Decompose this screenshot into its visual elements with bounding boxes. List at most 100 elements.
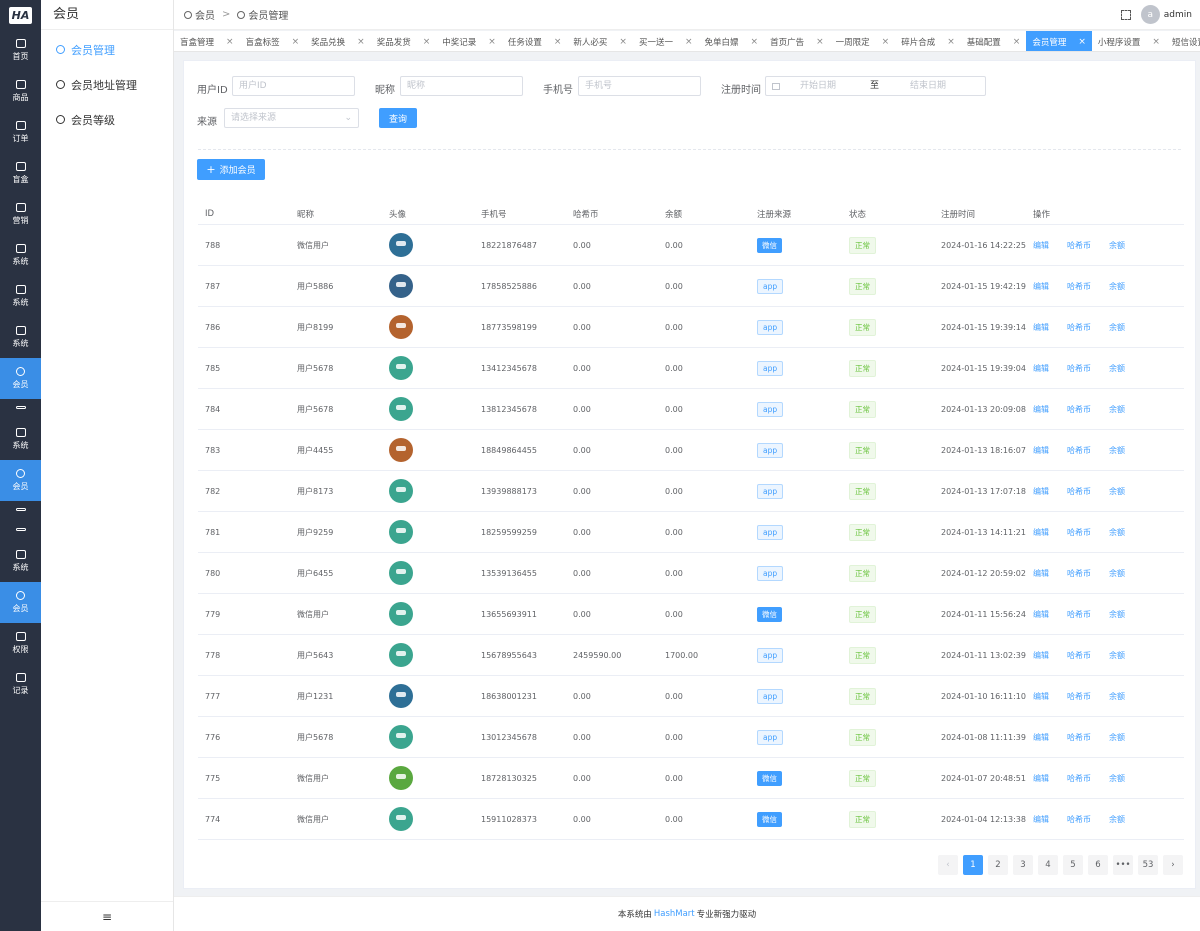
- tab[interactable]: 基础配置 ×: [961, 31, 1027, 51]
- rail-item[interactable]: 商品: [0, 71, 41, 112]
- close-icon[interactable]: ×: [947, 37, 955, 47]
- balance-link[interactable]: 余额: [1109, 774, 1125, 783]
- query-button[interactable]: 查询: [379, 108, 417, 128]
- tab[interactable]: 盲盒管理 ×: [174, 31, 240, 51]
- tab[interactable]: 会员管理 ×: [1026, 31, 1092, 51]
- balance-link[interactable]: 余额: [1109, 692, 1125, 701]
- rail-item[interactable]: 订单: [0, 112, 41, 153]
- submenu-item[interactable]: 会员等级: [41, 102, 173, 137]
- coin-link[interactable]: 哈希币: [1067, 323, 1091, 332]
- rail-item[interactable]: [0, 501, 41, 521]
- tab[interactable]: 一周限定 ×: [830, 31, 896, 51]
- tab[interactable]: 首页广告 ×: [764, 31, 830, 51]
- tab[interactable]: 小程序设置 ×: [1092, 31, 1166, 51]
- coin-link[interactable]: 哈希币: [1067, 241, 1091, 250]
- app-logo[interactable]: HA: [0, 0, 41, 30]
- phone-input[interactable]: 手机号: [578, 76, 701, 96]
- edit-link[interactable]: 编辑: [1033, 733, 1049, 742]
- balance-link[interactable]: 余额: [1109, 651, 1125, 660]
- balance-link[interactable]: 余额: [1109, 446, 1125, 455]
- tab[interactable]: 买一送一 ×: [633, 31, 699, 51]
- tab[interactable]: 免单白嫖 ×: [699, 31, 765, 51]
- rail-item[interactable]: 会员: [0, 358, 41, 399]
- edit-link[interactable]: 编辑: [1033, 241, 1049, 250]
- submenu-item[interactable]: 会员管理: [41, 32, 173, 67]
- coin-link[interactable]: 哈希币: [1067, 651, 1091, 660]
- page-button[interactable]: 1: [963, 855, 983, 875]
- balance-link[interactable]: 余额: [1109, 323, 1125, 332]
- coin-link[interactable]: 哈希币: [1067, 692, 1091, 701]
- edit-link[interactable]: 编辑: [1033, 364, 1049, 373]
- edit-link[interactable]: 编辑: [1033, 282, 1049, 291]
- close-icon[interactable]: ×: [685, 37, 693, 47]
- close-icon[interactable]: ×: [1013, 37, 1021, 47]
- tab[interactable]: 碎片合成 ×: [895, 31, 961, 51]
- close-icon[interactable]: ×: [1078, 37, 1086, 47]
- close-icon[interactable]: ×: [292, 37, 300, 47]
- rail-item[interactable]: 首页: [0, 30, 41, 71]
- balance-link[interactable]: 余额: [1109, 610, 1125, 619]
- page-button[interactable]: 5: [1063, 855, 1083, 875]
- edit-link[interactable]: 编辑: [1033, 405, 1049, 414]
- balance-link[interactable]: 余额: [1109, 528, 1125, 537]
- date-range-picker[interactable]: 开始日期 至 结束日期: [765, 76, 986, 96]
- coin-link[interactable]: 哈希币: [1067, 569, 1091, 578]
- page-button[interactable]: 3: [1013, 855, 1033, 875]
- close-icon[interactable]: ×: [488, 37, 496, 47]
- page-button[interactable]: •••: [1113, 855, 1133, 875]
- balance-link[interactable]: 余额: [1109, 733, 1125, 742]
- tab[interactable]: 短信设置×: [1166, 31, 1200, 51]
- footer-brand-link[interactable]: HashMart: [654, 909, 695, 919]
- balance-link[interactable]: 余额: [1109, 487, 1125, 496]
- balance-link[interactable]: 余额: [1109, 364, 1125, 373]
- rail-item[interactable]: 权限: [0, 623, 41, 664]
- nickname-input[interactable]: 昵称: [400, 76, 523, 96]
- close-icon[interactable]: ×: [619, 37, 627, 47]
- close-icon[interactable]: ×: [882, 37, 890, 47]
- coin-link[interactable]: 哈希币: [1067, 282, 1091, 291]
- rail-item[interactable]: 系统: [0, 276, 41, 317]
- edit-link[interactable]: 编辑: [1033, 487, 1049, 496]
- edit-link[interactable]: 编辑: [1033, 815, 1049, 824]
- close-icon[interactable]: ×: [554, 37, 562, 47]
- coin-link[interactable]: 哈希币: [1067, 487, 1091, 496]
- close-icon[interactable]: ×: [423, 37, 431, 47]
- page-button[interactable]: 6: [1088, 855, 1108, 875]
- close-icon[interactable]: ×: [751, 37, 759, 47]
- coin-link[interactable]: 哈希币: [1067, 733, 1091, 742]
- coin-link[interactable]: 哈希币: [1067, 528, 1091, 537]
- edit-link[interactable]: 编辑: [1033, 774, 1049, 783]
- balance-link[interactable]: 余额: [1109, 569, 1125, 578]
- coin-link[interactable]: 哈希币: [1067, 446, 1091, 455]
- edit-link[interactable]: 编辑: [1033, 610, 1049, 619]
- edit-link[interactable]: 编辑: [1033, 446, 1049, 455]
- rail-item[interactable]: 会员: [0, 582, 41, 623]
- collapse-menu-icon[interactable]: ≡: [41, 901, 173, 931]
- tab[interactable]: 奖品兑换 ×: [305, 31, 371, 51]
- tab[interactable]: 盲盒标签 ×: [240, 31, 306, 51]
- rail-item[interactable]: 系统: [0, 419, 41, 460]
- coin-link[interactable]: 哈希币: [1067, 405, 1091, 414]
- user-id-input[interactable]: 用户ID: [232, 76, 355, 96]
- coin-link[interactable]: 哈希币: [1067, 364, 1091, 373]
- coin-link[interactable]: 哈希币: [1067, 610, 1091, 619]
- fullscreen-icon[interactable]: [1120, 9, 1131, 20]
- prev-page-button[interactable]: ‹: [938, 855, 958, 875]
- page-button[interactable]: 4: [1038, 855, 1058, 875]
- start-date[interactable]: 开始日期: [800, 77, 870, 95]
- end-date[interactable]: 结束日期: [910, 77, 946, 95]
- edit-link[interactable]: 编辑: [1033, 651, 1049, 660]
- coin-link[interactable]: 哈希币: [1067, 815, 1091, 824]
- edit-link[interactable]: 编辑: [1033, 528, 1049, 537]
- balance-link[interactable]: 余额: [1109, 241, 1125, 250]
- page-button[interactable]: 53: [1138, 855, 1158, 875]
- rail-item[interactable]: 会员: [0, 460, 41, 501]
- coin-link[interactable]: 哈希币: [1067, 774, 1091, 783]
- page-button[interactable]: 2: [988, 855, 1008, 875]
- add-member-button[interactable]: + 添加会员: [197, 159, 265, 180]
- tab[interactable]: 新人必买 ×: [567, 31, 633, 51]
- balance-link[interactable]: 余额: [1109, 815, 1125, 824]
- close-icon[interactable]: ×: [357, 37, 365, 47]
- tab[interactable]: 奖品发货 ×: [371, 31, 437, 51]
- balance-link[interactable]: 余额: [1109, 282, 1125, 291]
